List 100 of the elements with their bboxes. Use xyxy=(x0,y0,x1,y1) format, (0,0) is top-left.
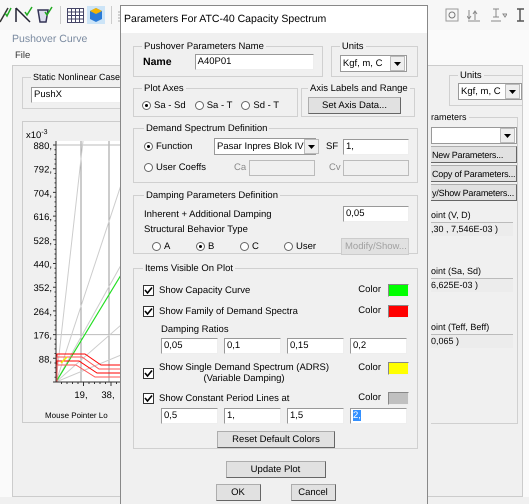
window-title: Pushover Curve xyxy=(12,32,88,45)
group-label: Damping Parameters Definition xyxy=(145,190,280,201)
field-label: Cv xyxy=(329,162,341,173)
axis-tick-label: 352, xyxy=(34,283,52,294)
checkbox-label: Show Family of Demand Spectra xyxy=(159,306,298,317)
radio-button[interactable] xyxy=(144,163,153,172)
radio-label: User Coeffs xyxy=(156,162,206,173)
input-field[interactable]: 1,5 xyxy=(287,408,344,424)
field-label: Inherent + Additional Damping xyxy=(144,208,272,220)
radio-button[interactable] xyxy=(152,242,161,251)
button[interactable]: Reset Default Colors xyxy=(217,431,335,448)
color-swatch[interactable] xyxy=(388,392,409,405)
result-field: ,30 , 7,546E-03 ) xyxy=(431,222,513,236)
dialog-title: Parameters For ATC-40 Capacity Spectrum xyxy=(121,6,427,33)
radio-button[interactable] xyxy=(142,101,151,110)
radio-label: Sa - T xyxy=(206,100,232,111)
axis-tick-label: 792, xyxy=(34,164,52,176)
radio-button[interactable] xyxy=(240,242,249,251)
group-label: Plot Axes xyxy=(143,83,185,94)
axis-tick-label: 440, xyxy=(34,260,52,270)
axis-tick-label: 176, xyxy=(34,330,52,342)
field-label: Damping Ratios xyxy=(161,324,230,335)
field-label: Name xyxy=(142,56,173,68)
group-label: Static Nonlinear Case xyxy=(32,72,120,82)
radio-button[interactable] xyxy=(241,101,250,110)
checkbox-label: Show Constant Period Lines at xyxy=(159,393,290,404)
input-field[interactable]: 0,5 xyxy=(161,408,218,424)
button[interactable]: Update Plot xyxy=(226,461,326,478)
result-label: oint (Teff, Beff) xyxy=(431,322,490,332)
button[interactable]: OK xyxy=(216,484,260,501)
checkbox-label: (Variable Damping) xyxy=(203,373,285,384)
input-field[interactable]: 0,15 xyxy=(287,338,344,354)
radio-label: B xyxy=(208,241,214,252)
input-field[interactable]: 1, xyxy=(343,138,409,154)
axis-tick-label: 88, xyxy=(38,354,52,366)
radio-label: User xyxy=(296,241,316,252)
result-label: oint (V, D) xyxy=(431,210,472,220)
field-label: SF xyxy=(326,141,340,152)
field-label: Color xyxy=(358,392,381,403)
axis-scale-label: x10$^{-3}$ xyxy=(26,129,48,141)
checkbox-label: Show Capacity Curve xyxy=(159,285,250,296)
arrows-icon[interactable] xyxy=(467,8,481,22)
input-field[interactable]: 0,05 xyxy=(343,206,409,222)
checkbox[interactable] xyxy=(143,393,154,404)
input-field[interactable]: 0,1 xyxy=(224,338,281,354)
input-field[interactable]: A40P01 xyxy=(194,54,314,70)
group-label: rameters xyxy=(431,112,468,122)
radio-label: Function xyxy=(156,141,192,152)
grid-icon[interactable] xyxy=(67,8,84,22)
result-label: oint (Sa, Sd) xyxy=(431,266,482,276)
group-label: Demand Spectrum Definition xyxy=(145,123,268,134)
button[interactable]: Copy of Parameters... xyxy=(431,165,517,182)
group-label: Pushover Parameters Name xyxy=(143,41,265,52)
checkbox[interactable] xyxy=(143,285,154,296)
radio-label: C xyxy=(252,241,259,252)
color-swatch[interactable] xyxy=(388,362,409,375)
check-icon[interactable] xyxy=(36,6,54,24)
button[interactable]: Cancel xyxy=(290,484,336,501)
field-label: Color xyxy=(358,362,381,373)
axis-tick-label: 704, xyxy=(34,188,52,200)
dropdown[interactable]: Kgf, m, C xyxy=(340,55,407,72)
color-swatch[interactable] xyxy=(388,284,409,297)
input-field[interactable]: PushX xyxy=(31,87,120,103)
check-icon[interactable] xyxy=(0,6,12,24)
field-label: Ca xyxy=(234,162,248,173)
beam-icon[interactable] xyxy=(515,8,525,22)
menu-item[interactable]: File xyxy=(15,50,30,61)
field-label: Color xyxy=(358,284,381,295)
beam-icon[interactable] xyxy=(489,8,507,22)
button[interactable]: Set Axis Data... xyxy=(308,97,401,114)
single-spectrum-curve xyxy=(60,356,68,364)
dropdown[interactable]: Kgf, m, C xyxy=(458,83,522,100)
check-icon[interactable] xyxy=(15,6,33,24)
result-field: 0,065 ) xyxy=(431,334,513,348)
group-label: Units xyxy=(459,70,483,81)
field-label: Structural Behavior Type xyxy=(144,224,249,235)
checkbox[interactable] xyxy=(143,368,154,378)
radio-button[interactable] xyxy=(196,242,205,251)
dropdown[interactable]: Pasar Inpres Blok IV xyxy=(214,138,316,155)
radio-label: Sa - Sd xyxy=(154,100,186,111)
group-label: Units xyxy=(340,41,365,52)
field-label: Color xyxy=(358,305,381,316)
input-field[interactable]: 1, xyxy=(224,408,281,424)
button[interactable]: New Parameters... xyxy=(431,146,517,163)
dropdown-value: Pasar Inpres Blok IV xyxy=(216,141,304,152)
radio-button[interactable] xyxy=(144,142,153,151)
button[interactable]: y/Show Parameters... xyxy=(431,184,517,201)
color-swatch[interactable] xyxy=(388,305,409,318)
axis-tick-label: 19, xyxy=(74,390,88,401)
radio-button[interactable] xyxy=(194,101,204,110)
input-field[interactable]: 0,2 xyxy=(350,338,407,354)
group-label: Items Visible On Plot xyxy=(144,263,234,274)
radio-button[interactable] xyxy=(284,242,293,251)
status-label: Mouse Pointer Lo xyxy=(45,411,108,420)
axis-tick-label: 880, xyxy=(34,141,52,152)
checkbox[interactable] xyxy=(143,306,154,317)
dropdown-value: Kgf, m, C xyxy=(460,86,502,97)
axis-tick-label: 38, xyxy=(101,390,115,401)
input-field[interactable]: 0,05 xyxy=(161,338,218,354)
axis-tick-label: 528, xyxy=(34,236,52,247)
